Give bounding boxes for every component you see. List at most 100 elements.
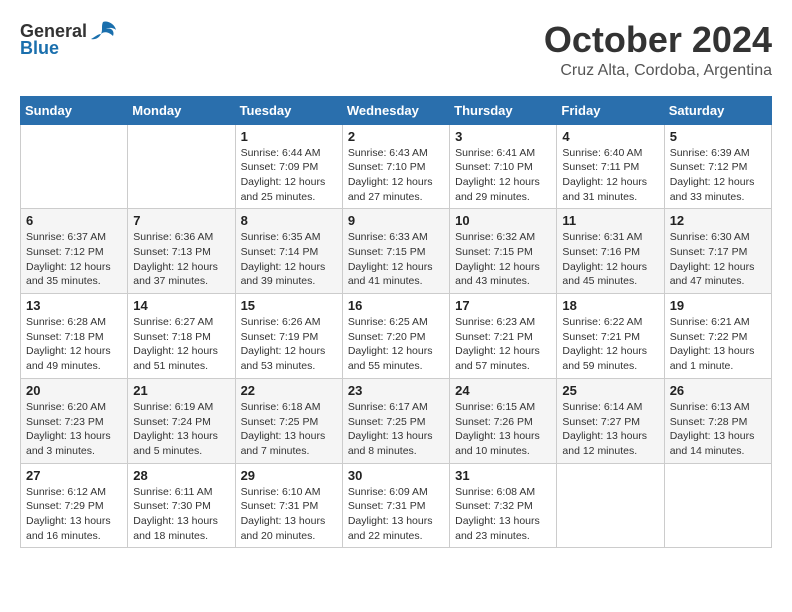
calendar-day-4: 4 Sunrise: 6:40 AM Sunset: 7:11 PM Daylig… [557, 124, 664, 209]
calendar-day-26: 26 Sunrise: 6:13 AM Sunset: 7:28 PM Dayli… [664, 378, 771, 463]
month-title: October 2024 [544, 20, 772, 60]
day-info: Sunrise: 6:37 AM Sunset: 7:12 PM Dayligh… [26, 230, 122, 289]
day-number: 1 [241, 129, 337, 144]
day-number: 6 [26, 213, 122, 228]
day-info: Sunrise: 6:43 AM Sunset: 7:10 PM Dayligh… [348, 146, 444, 205]
calendar-empty-cell [21, 124, 128, 209]
day-number: 26 [670, 383, 766, 398]
calendar-day-11: 11 Sunrise: 6:31 AM Sunset: 7:16 PM Dayli… [557, 209, 664, 294]
day-number: 11 [562, 213, 658, 228]
day-info: Sunrise: 6:44 AM Sunset: 7:09 PM Dayligh… [241, 146, 337, 205]
day-info: Sunrise: 6:11 AM Sunset: 7:30 PM Dayligh… [133, 485, 229, 544]
location-subtitle: Cruz Alta, Cordoba, Argentina [544, 62, 772, 80]
calendar-empty-cell [664, 463, 771, 548]
day-info: Sunrise: 6:25 AM Sunset: 7:20 PM Dayligh… [348, 315, 444, 374]
day-number: 20 [26, 383, 122, 398]
calendar-empty-cell [557, 463, 664, 548]
day-number: 29 [241, 468, 337, 483]
weekday-header-thursday: Thursday [450, 96, 557, 124]
day-info: Sunrise: 6:41 AM Sunset: 7:10 PM Dayligh… [455, 146, 551, 205]
calendar-week-row: 20 Sunrise: 6:20 AM Sunset: 7:23 PM Dayli… [21, 378, 772, 463]
weekday-header-wednesday: Wednesday [342, 96, 449, 124]
day-info: Sunrise: 6:19 AM Sunset: 7:24 PM Dayligh… [133, 400, 229, 459]
day-number: 31 [455, 468, 551, 483]
day-number: 16 [348, 298, 444, 313]
calendar-day-29: 29 Sunrise: 6:10 AM Sunset: 7:31 PM Dayli… [235, 463, 342, 548]
calendar-day-15: 15 Sunrise: 6:26 AM Sunset: 7:19 PM Dayli… [235, 294, 342, 379]
day-number: 22 [241, 383, 337, 398]
calendar-week-row: 1 Sunrise: 6:44 AM Sunset: 7:09 PM Daylig… [21, 124, 772, 209]
day-info: Sunrise: 6:21 AM Sunset: 7:22 PM Dayligh… [670, 315, 766, 374]
calendar-day-16: 16 Sunrise: 6:25 AM Sunset: 7:20 PM Dayli… [342, 294, 449, 379]
calendar-day-7: 7 Sunrise: 6:36 AM Sunset: 7:13 PM Daylig… [128, 209, 235, 294]
calendar-day-25: 25 Sunrise: 6:14 AM Sunset: 7:27 PM Dayli… [557, 378, 664, 463]
calendar-week-row: 6 Sunrise: 6:37 AM Sunset: 7:12 PM Daylig… [21, 209, 772, 294]
day-number: 23 [348, 383, 444, 398]
weekday-header-tuesday: Tuesday [235, 96, 342, 124]
day-info: Sunrise: 6:09 AM Sunset: 7:31 PM Dayligh… [348, 485, 444, 544]
calendar-header-row: SundayMondayTuesdayWednesdayThursdayFrid… [21, 96, 772, 124]
calendar-day-8: 8 Sunrise: 6:35 AM Sunset: 7:14 PM Daylig… [235, 209, 342, 294]
page-header: General Blue October 2024 Cruz Alta, Cor… [20, 20, 772, 80]
day-number: 13 [26, 298, 122, 313]
day-info: Sunrise: 6:15 AM Sunset: 7:26 PM Dayligh… [455, 400, 551, 459]
calendar-week-row: 13Sunrise: 6:28 AM Sunset: 7:18 PM Dayli… [21, 294, 772, 379]
day-number: 7 [133, 213, 229, 228]
day-number: 5 [670, 129, 766, 144]
calendar-day-31: 31 Sunrise: 6:08 AM Sunset: 7:32 PM Dayli… [450, 463, 557, 548]
calendar-day-3: 3 Sunrise: 6:41 AM Sunset: 7:10 PM Daylig… [450, 124, 557, 209]
day-number: 21 [133, 383, 229, 398]
calendar-day-19: 19Sunrise: 6:21 AM Sunset: 7:22 PM Dayli… [664, 294, 771, 379]
weekday-header-monday: Monday [128, 96, 235, 124]
day-info: Sunrise: 6:13 AM Sunset: 7:28 PM Dayligh… [670, 400, 766, 459]
calendar-day-18: 18 Sunrise: 6:22 AM Sunset: 7:21 PM Dayli… [557, 294, 664, 379]
day-number: 18 [562, 298, 658, 313]
day-info: Sunrise: 6:26 AM Sunset: 7:19 PM Dayligh… [241, 315, 337, 374]
day-number: 14 [133, 298, 229, 313]
logo-bird-icon [89, 20, 117, 42]
calendar-day-17: 17 Sunrise: 6:23 AM Sunset: 7:21 PM Dayli… [450, 294, 557, 379]
day-info: Sunrise: 6:12 AM Sunset: 7:29 PM Dayligh… [26, 485, 122, 544]
calendar-day-21: 21 Sunrise: 6:19 AM Sunset: 7:24 PM Dayli… [128, 378, 235, 463]
day-number: 25 [562, 383, 658, 398]
calendar-day-27: 27Sunrise: 6:12 AM Sunset: 7:29 PM Dayli… [21, 463, 128, 548]
day-info: Sunrise: 6:31 AM Sunset: 7:16 PM Dayligh… [562, 230, 658, 289]
day-number: 4 [562, 129, 658, 144]
day-number: 30 [348, 468, 444, 483]
calendar-table: SundayMondayTuesdayWednesdayThursdayFrid… [20, 96, 772, 549]
day-number: 24 [455, 383, 551, 398]
day-info: Sunrise: 6:23 AM Sunset: 7:21 PM Dayligh… [455, 315, 551, 374]
day-info: Sunrise: 6:17 AM Sunset: 7:25 PM Dayligh… [348, 400, 444, 459]
day-info: Sunrise: 6:36 AM Sunset: 7:13 PM Dayligh… [133, 230, 229, 289]
calendar-day-10: 10 Sunrise: 6:32 AM Sunset: 7:15 PM Dayli… [450, 209, 557, 294]
day-info: Sunrise: 6:40 AM Sunset: 7:11 PM Dayligh… [562, 146, 658, 205]
day-number: 9 [348, 213, 444, 228]
calendar-day-22: 22 Sunrise: 6:18 AM Sunset: 7:25 PM Dayli… [235, 378, 342, 463]
day-info: Sunrise: 6:35 AM Sunset: 7:14 PM Dayligh… [241, 230, 337, 289]
calendar-day-30: 30 Sunrise: 6:09 AM Sunset: 7:31 PM Dayli… [342, 463, 449, 548]
day-info: Sunrise: 6:30 AM Sunset: 7:17 PM Dayligh… [670, 230, 766, 289]
calendar-day-12: 12Sunrise: 6:30 AM Sunset: 7:17 PM Dayli… [664, 209, 771, 294]
day-info: Sunrise: 6:33 AM Sunset: 7:15 PM Dayligh… [348, 230, 444, 289]
day-info: Sunrise: 6:22 AM Sunset: 7:21 PM Dayligh… [562, 315, 658, 374]
calendar-day-14: 14Sunrise: 6:27 AM Sunset: 7:18 PM Dayli… [128, 294, 235, 379]
day-number: 2 [348, 129, 444, 144]
day-info: Sunrise: 6:10 AM Sunset: 7:31 PM Dayligh… [241, 485, 337, 544]
day-number: 8 [241, 213, 337, 228]
day-info: Sunrise: 6:14 AM Sunset: 7:27 PM Dayligh… [562, 400, 658, 459]
logo: General Blue [20, 20, 119, 59]
day-info: Sunrise: 6:20 AM Sunset: 7:23 PM Dayligh… [26, 400, 122, 459]
calendar-week-row: 27Sunrise: 6:12 AM Sunset: 7:29 PM Dayli… [21, 463, 772, 548]
calendar-day-13: 13Sunrise: 6:28 AM Sunset: 7:18 PM Dayli… [21, 294, 128, 379]
title-area: October 2024 Cruz Alta, Cordoba, Argenti… [544, 20, 772, 80]
day-number: 3 [455, 129, 551, 144]
weekday-header-sunday: Sunday [21, 96, 128, 124]
calendar-day-2: 2 Sunrise: 6:43 AM Sunset: 7:10 PM Daylig… [342, 124, 449, 209]
day-info: Sunrise: 6:08 AM Sunset: 7:32 PM Dayligh… [455, 485, 551, 544]
day-info: Sunrise: 6:18 AM Sunset: 7:25 PM Dayligh… [241, 400, 337, 459]
day-number: 17 [455, 298, 551, 313]
day-number: 10 [455, 213, 551, 228]
day-number: 15 [241, 298, 337, 313]
calendar-empty-cell [128, 124, 235, 209]
day-info: Sunrise: 6:32 AM Sunset: 7:15 PM Dayligh… [455, 230, 551, 289]
